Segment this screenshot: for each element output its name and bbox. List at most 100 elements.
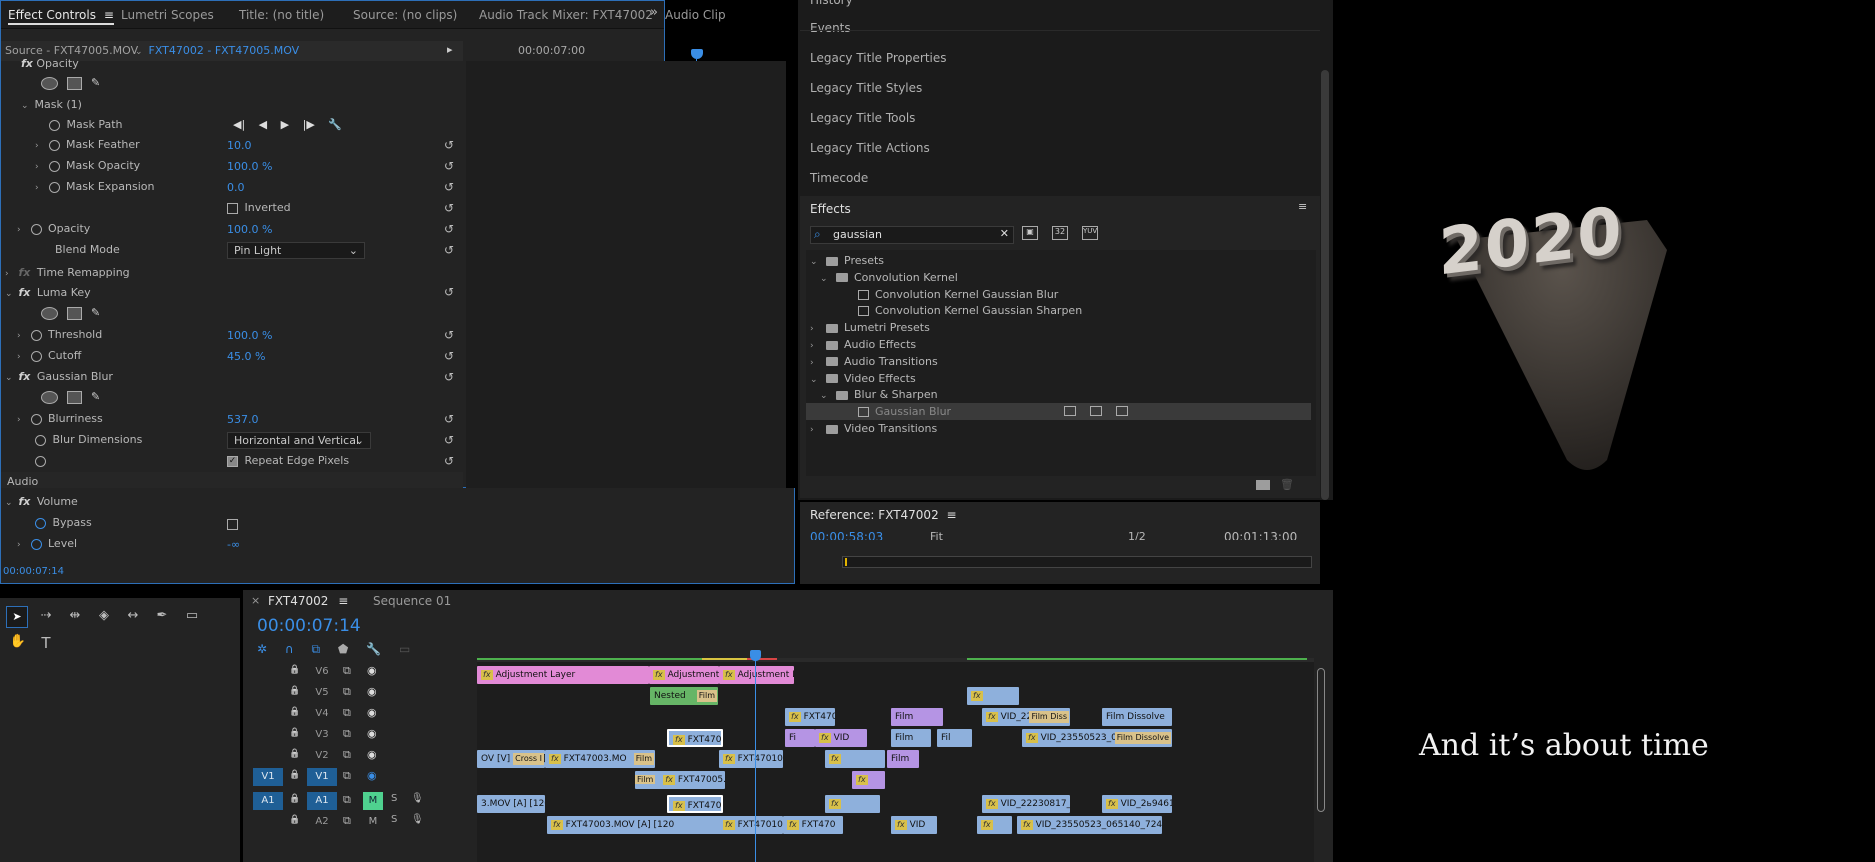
eye-icon[interactable]: ◉ (367, 685, 377, 698)
blurriness-value[interactable]: 537.0 (227, 413, 259, 426)
side-item-legacy-title-tools[interactable]: Legacy Title Tools (810, 104, 915, 132)
timeline-clip[interactable]: Nested Film (650, 687, 718, 705)
tree-folder[interactable]: › Video Transitions (806, 420, 1311, 437)
timeline-clip[interactable]: fx (967, 687, 1019, 705)
effects-menu-icon[interactable]: ≡ (1298, 200, 1307, 213)
effect-item[interactable]: Gaussian Blur (806, 403, 1311, 421)
sync-lock-icon[interactable]: ⧉ (343, 793, 351, 807)
tab-sequence-fxt47002[interactable]: FXT47002 ≡ (268, 594, 348, 608)
transition-label[interactable]: Cross I (513, 753, 544, 765)
sync-lock-icon[interactable]: ⧉ (343, 727, 351, 741)
lock-icon[interactable]: 🔒 (289, 728, 300, 738)
reset-icon[interactable]: ↺ (442, 180, 456, 194)
side-item-legacy-title-styles[interactable]: Legacy Title Styles (810, 74, 922, 102)
tree-folder[interactable]: › Audio Transitions (806, 353, 1311, 370)
rectangle-tool-icon[interactable]: ▭ (182, 608, 202, 623)
timeline-clip[interactable]: fx FXT47010. (719, 750, 783, 768)
stopwatch-icon[interactable] (35, 434, 46, 446)
stopwatch-icon[interactable] (48, 181, 60, 193)
timeline-clip[interactable]: fxAdjustment La (719, 666, 794, 684)
32bit-effects-icon[interactable]: 32 (1052, 226, 1068, 240)
timeline-clip[interactable]: fx VID (815, 729, 867, 747)
side-item-legacy-title-actions[interactable]: Legacy Title Actions (810, 134, 930, 162)
tab-audio-track-mixer[interactable]: Audio Track Mixer: FXT47002 (479, 5, 653, 25)
timeline-clip[interactable]: Film (891, 708, 943, 726)
selection-tool-icon[interactable]: ➤ (6, 606, 28, 628)
timeline-clip[interactable]: fx VID (891, 816, 937, 834)
tree-folder[interactable]: ⌄ Blur & Sharpen (806, 386, 1311, 403)
wrench-icon[interactable]: 🔧 (328, 118, 342, 131)
reference-scrubber[interactable] (842, 556, 1312, 568)
chevron-down-icon[interactable]: ⌄ (5, 493, 15, 513)
track-label[interactable]: V5 (307, 684, 337, 702)
reset-icon[interactable]: ↺ (442, 285, 456, 299)
ripple-edit-tool-icon[interactable]: ⇹ (65, 608, 85, 623)
tab-source[interactable]: Source: (no clips) (353, 5, 457, 25)
reset-icon[interactable]: ↺ (442, 138, 456, 152)
transition-label[interactable]: Film (696, 690, 717, 702)
step-backward-icon[interactable]: ◀ (259, 118, 267, 131)
timeline-clip[interactable]: fxVID_23550523_065140_724.mp4 (1017, 816, 1162, 834)
timeline-clip[interactable]: FilmfxFXT47005.MO (635, 771, 725, 789)
blend-mode-dropdown[interactable]: Pin Light ⌄ (227, 242, 365, 259)
transition-label[interactable]: Film (635, 775, 656, 784)
reference-playhead[interactable] (845, 558, 847, 566)
panel-menu-icon[interactable]: ≡ (338, 594, 348, 608)
razor-tool-icon[interactable]: ◈ (94, 608, 114, 623)
track-forward-icon[interactable]: |▶ (303, 118, 315, 131)
lock-icon[interactable]: 🔒 (289, 665, 300, 675)
yuv-effects-icon[interactable]: YUV (1082, 226, 1098, 240)
blur-dimensions-dropdown[interactable]: Horizontal and Vertical ⌄ (227, 432, 371, 449)
chevron-right-icon[interactable]: › (17, 220, 27, 240)
timeline-clip[interactable]: Fil (937, 729, 972, 747)
timeline-clip[interactable]: fx VID_22230817_1 (982, 795, 1070, 813)
reference-fit-dropdown[interactable]: Fit (930, 530, 943, 540)
timeline-clip[interactable]: fx (825, 750, 885, 768)
pen-tool-icon[interactable]: ✒ (152, 608, 172, 623)
transition-label[interactable]: Film Dissolve (1114, 732, 1171, 744)
chevron-right-icon[interactable]: › (35, 157, 45, 177)
settings-wrench-icon[interactable]: 🔧 (366, 642, 381, 656)
effects-search[interactable]: ⌕ gaussian ✕ (810, 226, 1014, 244)
lock-icon[interactable]: 🔒 (289, 770, 300, 780)
stopwatch-icon[interactable] (35, 517, 46, 529)
inverted-checkbox[interactable] (227, 202, 238, 214)
keyframe-area[interactable] (466, 61, 786, 551)
mask-opacity-value[interactable]: 100.0 % (227, 160, 272, 173)
eye-icon[interactable]: ◉ (367, 706, 377, 719)
linked-selection-icon[interactable]: ⧉ (312, 642, 321, 656)
reset-icon[interactable]: ↺ (442, 159, 456, 173)
timeline-clip[interactable]: fx FXT470 (785, 708, 835, 726)
new-bin-icon[interactable] (1256, 480, 1270, 490)
hand-tool-icon[interactable]: ✋ (8, 634, 28, 649)
nest-icon[interactable]: ✲ (257, 642, 267, 656)
reset-icon[interactable]: ↺ (442, 433, 456, 447)
timeline-clip[interactable]: OV [V] [120%]Cross I (477, 750, 545, 768)
tree-folder[interactable]: ⌄ Presets (806, 252, 1311, 269)
timeline-clip[interactable]: Film (891, 729, 931, 747)
pen-mask-icon[interactable]: ✎ (91, 306, 100, 319)
reset-icon[interactable]: ↺ (442, 370, 456, 384)
tree-folder[interactable]: › Lumetri Presets (806, 319, 1311, 336)
reset-icon[interactable]: ↺ (442, 222, 456, 236)
mask-feather-value[interactable]: 10.0 (227, 139, 252, 152)
timeline-clip[interactable]: fxFXT4700 (667, 795, 723, 813)
reset-icon[interactable]: ↺ (442, 201, 456, 215)
timeline-clip[interactable]: fxAdjustment L (649, 666, 719, 684)
tab-effect-controls[interactable]: Effect Controls ≡ (8, 5, 114, 25)
chevron-right-icon[interactable]: › (17, 326, 27, 346)
reset-icon[interactable]: ↺ (442, 454, 456, 468)
ellipse-mask-icon[interactable] (41, 306, 58, 320)
chevron-right-icon[interactable]: › (17, 347, 27, 367)
eye-icon[interactable]: ◉ (367, 727, 377, 740)
stopwatch-icon[interactable] (30, 329, 42, 341)
reset-icon[interactable]: ↺ (442, 349, 456, 363)
ellipse-mask-icon[interactable] (41, 390, 58, 404)
track-select-tool-icon[interactable]: ⇢ (36, 608, 56, 623)
volume-row[interactable]: ⌄ fx Volume (5, 492, 78, 512)
timeline-clip[interactable]: fx VID_2ь9461 (1102, 795, 1172, 813)
reset-icon[interactable]: ↺ (442, 412, 456, 426)
sequence-dropdown[interactable]: ⌄ FXT47002 - FXT47005.MOV (135, 44, 299, 57)
stopwatch-icon[interactable] (48, 160, 60, 172)
threshold-value[interactable]: 100.0 % (227, 329, 272, 342)
